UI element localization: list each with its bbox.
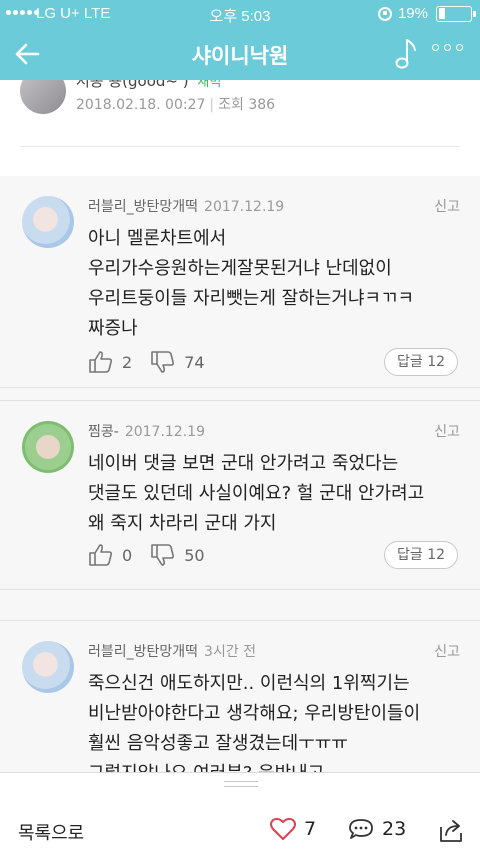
status-bar: LG U+ LTE 오후 5:03 19% [0, 0, 480, 28]
post-author-avatar [20, 80, 66, 114]
comment-author[interactable]: 러블리_방탄망개떡 [88, 199, 198, 215]
comment-author[interactable]: 러블리_방탄망개떡 [88, 644, 198, 660]
comment-item: 러블리_방탄망개떡 3시간 전 신고 죽으신건 애도하지만.. 이런식의 1위찍기… [0, 620, 480, 772]
comment-line: 왜 죽지 차라리 군대 가지 [88, 513, 277, 534]
comment-text: 죽으신건 애도하지만.. 이런식의 1위찍기는 비난받아야한다고 생각해요; 우… [88, 669, 464, 772]
avatar [22, 196, 74, 248]
divider [20, 146, 460, 147]
reply-button[interactable]: 답글 12 [384, 541, 458, 569]
report-link[interactable]: 신고 [434, 196, 460, 216]
comment-actions: 2 74 [88, 350, 223, 374]
comment-item: 찜콩- 2017.12.19 신고 네이버 댓글 보면 군대 안가려고 죽었다는 … [0, 400, 480, 590]
share-icon[interactable] [438, 817, 464, 843]
comment-actions: 0 50 [88, 543, 223, 567]
comment-date: 2017.12.19 [124, 424, 205, 440]
thumbs-up-icon[interactable] [88, 543, 114, 567]
like-count: 7 [304, 818, 317, 840]
like-button[interactable]: 7 [270, 817, 316, 841]
comment-author[interactable]: 찜콩- [88, 424, 119, 440]
thumbs-down-icon[interactable] [150, 543, 176, 567]
battery-percent: 19% [397, 5, 428, 22]
rotation-lock-icon [377, 6, 392, 21]
drag-handle-icon[interactable] [224, 781, 258, 787]
comment-item: 러블리_방탄망개떡 2017.12.19 신고 아니 멜론차트에서 우리가수응원하… [0, 176, 480, 388]
comment-line: 죽으신건 애도하지만.. 이런식의 1위찍기는 [88, 673, 410, 694]
battery-icon [436, 5, 476, 22]
music-note-icon[interactable] [392, 36, 418, 72]
comment-line: 우리가수응원하는게잘못된거냐 난데없이 [88, 258, 392, 279]
avatar [22, 421, 74, 473]
comment-count: 23 [382, 818, 407, 840]
comment-line: 댓글도 있던데 사실이예요? 헐 군대 안가려고 [88, 483, 425, 504]
comment-date: 2017.12.19 [204, 199, 285, 215]
comment-line: 네이버 댓글 보면 군대 안가려고 죽었다는 [88, 453, 399, 474]
thumbs-down-icon[interactable] [150, 350, 176, 374]
like-count: 2 [122, 352, 133, 372]
comment-line: 훨씬 음악성좋고 잘생겼는데ㅜㅠㅠ [88, 733, 348, 754]
comment-line: 짜증나 [88, 318, 138, 339]
comment-line: 그렇지않나요 여러분? 응반내고 [88, 759, 464, 772]
report-link[interactable]: 신고 [434, 641, 460, 661]
more-options-icon[interactable] [432, 44, 463, 51]
comments-button[interactable]: 23 [348, 817, 406, 841]
comment-text: 네이버 댓글 보면 군대 안가려고 죽었다는 댓글도 있던데 사실이예요? 헐 … [88, 449, 464, 539]
report-link[interactable]: 신고 [434, 421, 460, 441]
comment-line: 아니 멜론차트에서 [88, 228, 227, 249]
comment-list: 서동 용(good~ ) 새벽 2018.02.18. 00:27 | 조회 386… [0, 80, 480, 772]
post-author-name: 서동 용(good~ ) [76, 80, 189, 90]
app-header: 샤이니낙원 [0, 28, 480, 80]
comment-line: 비난받아야한다고 생각해요; 우리방탄이들이 [88, 703, 421, 724]
avatar [22, 641, 74, 693]
bottom-toolbar: 목록으로 7 23 [0, 772, 480, 854]
post-author-info: 서동 용(good~ ) 새벽 2018.02.18. 00:27 | 조회 386 [0, 80, 480, 176]
heart-icon [270, 817, 296, 840]
comment-line: 우리트둥이들 자리뺏는게 잘하는거냐ㅋㄲㅋ [88, 288, 415, 309]
back-to-list-button[interactable]: 목록으로 [18, 819, 84, 845]
post-author-badge: 새벽 [197, 80, 222, 90]
dislike-count: 74 [184, 352, 205, 372]
post-date: 2018.02.18. 00:27 [76, 97, 206, 113]
comment-text: 아니 멜론차트에서 우리가수응원하는게잘못된거냐 난데없이 우리트둥이들 자리뺏… [88, 224, 464, 344]
dislike-count: 50 [184, 545, 205, 565]
thumbs-up-icon[interactable] [88, 350, 114, 374]
comment-date: 3시간 전 [204, 644, 257, 660]
reply-button[interactable]: 답글 12 [384, 348, 458, 376]
speech-bubble-icon [349, 819, 373, 839]
post-views: 조회 386 [218, 97, 276, 113]
like-count: 0 [122, 545, 133, 565]
